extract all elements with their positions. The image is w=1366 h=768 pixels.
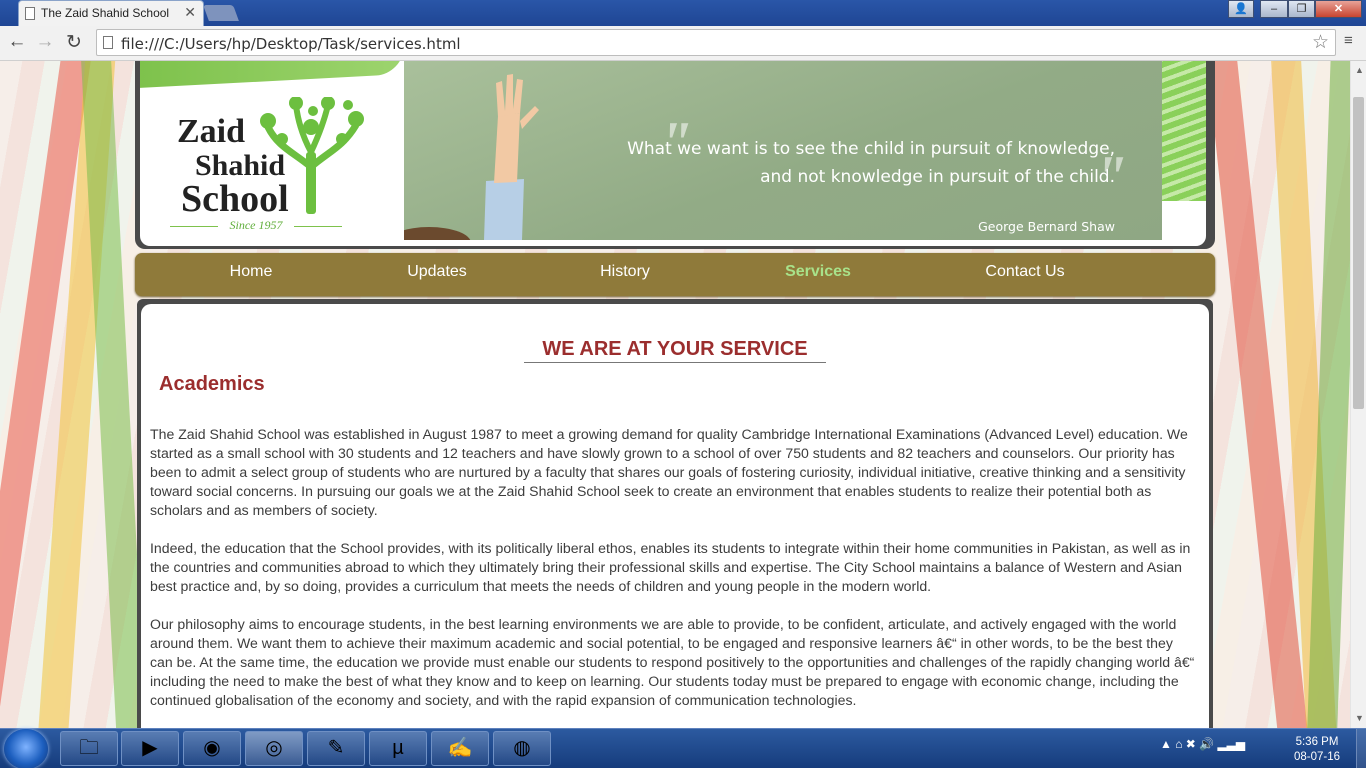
chrome-icon[interactable]: ◎ [245, 731, 303, 766]
user-button[interactable]: 👤 [1228, 0, 1254, 18]
header-panel: Zaid Shahid School Since 1957 " What we … [140, 61, 1206, 246]
page-viewport: Zaid Shahid School Since 1957 " What we … [0, 61, 1350, 728]
site-header: Zaid Shahid School Since 1957 " What we … [135, 61, 1215, 249]
reload-icon[interactable]: ↻ [62, 31, 86, 54]
scrollbar-thumb[interactable] [1353, 97, 1364, 409]
main-nav: Home Updates History Services Contact Us [135, 253, 1215, 296]
quote-line-2: and not knowledge in pursuit of the chil… [760, 167, 1115, 187]
nav-contact[interactable]: Contact Us [965, 263, 1085, 281]
paragraph: Indeed, the education that the School pr… [150, 540, 1191, 594]
nav-services[interactable]: Services [772, 263, 864, 281]
logo-text-zaid: Zaid [177, 113, 246, 150]
show-desktop-button[interactable] [1356, 729, 1366, 768]
page-heading: WE ARE AT YOUR SERVICE [524, 338, 826, 363]
nav-history[interactable]: History [579, 263, 671, 281]
page-icon [25, 7, 35, 20]
media-player-icon[interactable]: ▶ [121, 731, 179, 766]
start-button[interactable] [4, 729, 48, 768]
nav-updates[interactable]: Updates [391, 263, 483, 281]
notepad-icon[interactable]: ✎ [307, 731, 365, 766]
paragraph: Our philosophy aims to encourage student… [150, 616, 1195, 708]
media-app-icon[interactable]: ◍ [493, 731, 551, 766]
green-stripes [1162, 61, 1206, 201]
address-bar[interactable]: file:///C:/Users/hp/Desktop/Task/service… [96, 29, 1336, 56]
forward-icon[interactable]: → [33, 31, 57, 53]
url-text[interactable]: file:///C:/Users/hp/Desktop/Task/service… [121, 35, 461, 53]
minimize-button[interactable]: – [1260, 0, 1288, 18]
maximize-button[interactable]: ❐ [1288, 0, 1315, 18]
quote-author: George Bernard Shaw [978, 219, 1115, 234]
windows-taskbar: 🗀 ▶ ◉ ◎ ✎ µ ✍ ◍ ▲ ⌂ ✖ 🔊 ▂▃▅ 5:36 PM 08-0… [0, 728, 1366, 768]
green-sweep [140, 61, 404, 88]
close-button[interactable]: ✕ [1315, 0, 1362, 18]
back-icon[interactable]: ← [5, 31, 29, 53]
firefox-icon[interactable]: ◉ [183, 731, 241, 766]
clock-time: 5:36 PM [1295, 736, 1339, 748]
browser-toolbar: ← → ↻ file:///C:/Users/hp/Desktop/Task/s… [0, 26, 1366, 61]
content-area: WE ARE AT YOUR SERVICE Academics The Zai… [137, 299, 1213, 728]
new-tab-button[interactable] [203, 5, 239, 21]
tab-title: The Zaid Shahid School [41, 6, 170, 20]
section-title: Academics [159, 373, 265, 395]
folder-icon[interactable]: 🗀 [60, 731, 118, 766]
quote-line-1: What we want is to see the child in purs… [627, 139, 1115, 159]
content-panel: WE ARE AT YOUR SERVICE Academics The Zai… [141, 304, 1209, 728]
page-icon [103, 36, 113, 49]
scroll-up-icon[interactable]: ▲ [1355, 65, 1364, 75]
raised-hand-image [404, 74, 539, 240]
browser-titlebar: The Zaid Shahid School ✕ 👤 – ❐ ✕ [0, 0, 1366, 26]
menu-icon[interactable]: ≡ [1344, 32, 1353, 49]
paragraph: The Zaid Shahid School was established i… [150, 426, 1188, 518]
page-scrollbar[interactable]: ▲ ▼ [1350, 61, 1366, 728]
close-quote-mark: " [1094, 144, 1128, 210]
system-tray[interactable]: ▲ ⌂ ✖ 🔊 ▂▃▅ [1160, 737, 1245, 751]
utorrent-icon[interactable]: µ [369, 731, 427, 766]
clock-date: 08-07-16 [1293, 751, 1341, 763]
since-text: Since 1957 [170, 218, 342, 233]
quote-banner: " What we want is to see the child in pu… [404, 61, 1162, 240]
quote-text: What we want is to see the child in purs… [627, 135, 1115, 191]
scroll-down-icon[interactable]: ▼ [1355, 713, 1364, 723]
browser-tab[interactable]: The Zaid Shahid School ✕ [18, 0, 204, 26]
tab-close-icon[interactable]: ✕ [184, 4, 196, 21]
bookmark-star-icon[interactable]: ☆ [1312, 31, 1329, 54]
clock[interactable]: 5:36 PM 08-07-16 [1290, 735, 1344, 765]
nav-home[interactable]: Home [205, 263, 297, 281]
notepadpp-icon[interactable]: ✍ [431, 731, 489, 766]
logo-text-school: School [181, 178, 289, 220]
